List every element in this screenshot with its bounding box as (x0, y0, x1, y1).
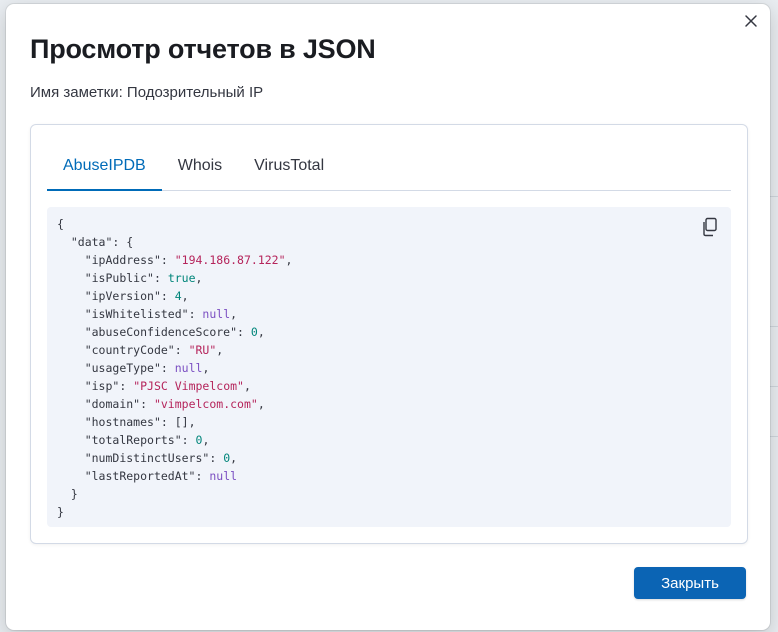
json-key: "isPublic" (84, 271, 154, 285)
json-report-modal: Просмотр отчетов в JSON Имя заметки: Под… (6, 4, 770, 630)
copy-icon[interactable] (701, 217, 719, 237)
tab-abuseipdb[interactable]: AbuseIPDB (47, 147, 162, 191)
json-key: "isp" (84, 379, 120, 393)
json-key: "usageType" (84, 361, 161, 375)
json-key: "lastReportedAt" (84, 469, 196, 483)
json-key: "abuseConfidenceScore" (84, 325, 238, 339)
tab-virustotal[interactable]: VirusTotal (238, 147, 340, 190)
json-root-key: "data" (70, 235, 113, 249)
json-key: "domain" (84, 397, 141, 411)
json-value: null (174, 361, 203, 375)
json-value: "194.186.87.122" (174, 253, 286, 267)
json-key: "ipAddress" (84, 253, 161, 267)
json-key: "numDistinctUsers" (84, 451, 210, 465)
json-key: "totalReports" (84, 433, 182, 447)
json-key: "ipVersion" (84, 289, 161, 303)
close-button[interactable]: Закрыть (634, 567, 746, 599)
modal-title: Просмотр отчетов в JSON (30, 34, 376, 64)
report-panel: AbuseIPDB Whois VirusTotal { "data": { "… (30, 124, 748, 544)
json-key: "isWhitelisted" (84, 307, 189, 321)
json-value: 0 (195, 433, 203, 447)
json-key: "hostnames" (84, 415, 161, 429)
json-value: true (167, 271, 196, 285)
note-name-label: Имя заметки: Подозрительный IP (30, 84, 264, 101)
json-value: 0 (223, 451, 231, 465)
json-value: null (209, 469, 238, 483)
json-value: "RU" (188, 343, 217, 357)
json-value: [] (174, 415, 189, 429)
tab-whois[interactable]: Whois (162, 147, 238, 190)
json-value: null (202, 307, 231, 321)
close-icon[interactable] (742, 12, 760, 30)
json-key: "countryCode" (84, 343, 175, 357)
json-value: "PJSC Vimpelcom" (133, 379, 244, 393)
json-content: { "data": { "ipAddress": "194.186.87.122… (57, 217, 293, 519)
json-code-block: { "data": { "ipAddress": "194.186.87.122… (47, 207, 731, 527)
json-value: "vimpelcom.com" (153, 397, 258, 411)
report-tabs: AbuseIPDB Whois VirusTotal (47, 147, 731, 191)
json-value: 0 (250, 325, 258, 339)
json-value: 4 (174, 289, 182, 303)
